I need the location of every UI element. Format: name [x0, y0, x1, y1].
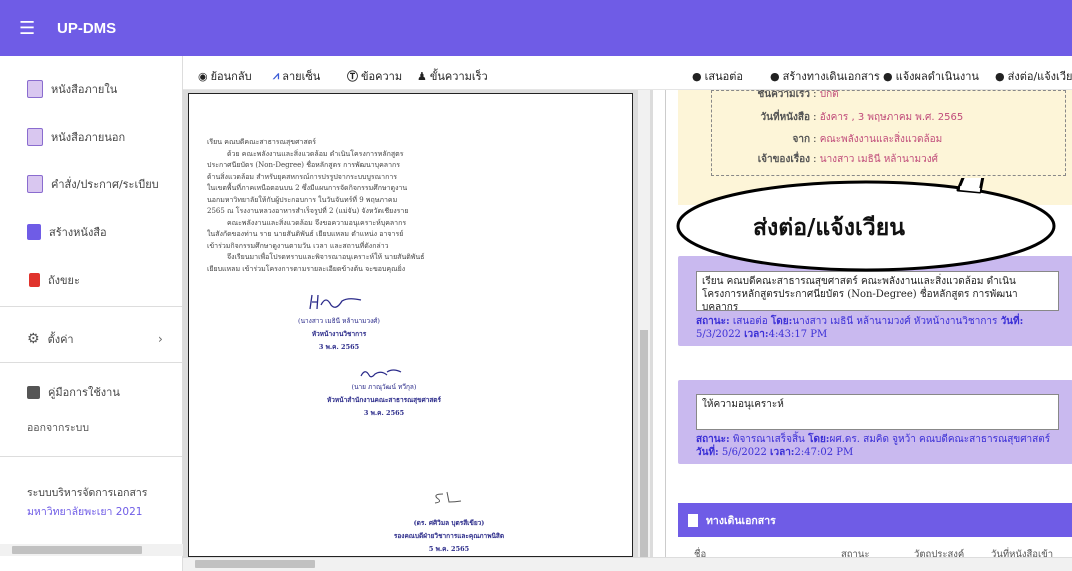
order-folder-icon	[27, 175, 43, 193]
signature-1-image	[309, 294, 362, 310]
document-vertical-scrollbar[interactable]	[638, 90, 650, 557]
sidebar-item-settings[interactable]: ⚙ ตั้งค่า	[27, 330, 74, 348]
divider	[0, 306, 183, 307]
letter-text: เรียน คณบดีคณะสาธารณสุขศาสตร์ ด้วย คณะพล…	[207, 138, 425, 273]
logout-link[interactable]: ออกจากระบบ	[27, 419, 89, 436]
user-icon: ●	[995, 69, 1005, 83]
scrollbar-thumb[interactable]	[195, 560, 315, 568]
outbox-folder-icon	[27, 128, 43, 146]
signature-icon: ⩘	[273, 69, 280, 82]
scrollbar-thumb[interactable]	[12, 546, 142, 554]
details-pane: ชั้นความเร็ว : ปกติ วันที่หนังสือ : อังค…	[665, 90, 1072, 557]
signature-button[interactable]: ⩘ ลายเซ็น	[273, 67, 320, 85]
chevron-right-icon[interactable]: ›	[158, 332, 163, 346]
manual-icon	[27, 385, 40, 399]
document-icon	[688, 513, 698, 527]
system-name: ระบบบริหารจัดการเอกสาร	[27, 487, 148, 499]
user-icon: ●	[883, 69, 893, 83]
report-button[interactable]: ● แจ้งผลดำเนินงาน	[883, 67, 979, 85]
user-icon: ●	[770, 69, 780, 83]
university-name: มหาวิทยาลัยพะเยา 2021	[27, 506, 143, 518]
gear-icon: ⚙	[27, 331, 40, 347]
sidebar-item-internal-letters[interactable]: หนังสือภายใน	[27, 80, 117, 98]
back-button[interactable]: ◉ ย้อนกลับ	[198, 67, 252, 85]
stamp-icon: ♟	[417, 69, 427, 83]
comment-card: ให้ความอนุเคราะห์ สถานะ: พิจารณาเสร็จสิ้…	[678, 380, 1072, 464]
info-row-urgency: ชั้นความเร็ว : ปกติ	[757, 90, 839, 100]
inbox-folder-icon	[27, 80, 43, 98]
info-row-date: วันที่หนังสือ : อังคาร , 3 พฤษภาคม พ.ศ. …	[760, 112, 964, 123]
sidebar-horizontal-scrollbar[interactable]	[0, 544, 183, 556]
column-header-date: วันที่หนังสือเข้า	[991, 549, 1054, 557]
comment-status: สถานะ: เสนอต่อ โดย:นางสาว เมธินี หล้านาม…	[696, 316, 1024, 340]
back-arrow-icon: ◉	[198, 69, 208, 83]
document-viewer[interactable]: เรียน คณบดีคณะสาธารณสุขศาสตร์ ด้วย คณะพล…	[183, 90, 653, 557]
sidebar-item-create-letter[interactable]: สร้างหนังสือ	[27, 223, 107, 241]
sidebar-item-trash[interactable]: ถังขยะ	[27, 271, 80, 289]
top-app-bar: ☰ UP-DMS	[0, 0, 1072, 56]
signature-2-image	[360, 369, 402, 378]
create-document-icon	[27, 224, 41, 240]
scrollbar-thumb[interactable]	[640, 330, 648, 557]
document-toolbar: ◉ ย้อนกลับ ⩘ ลายเซ็น Ⓣ ข้อความ ♟ ขั้นควา…	[183, 56, 1072, 90]
signature-2-block: (นาย ภาณุวัฒน์ ทวีกุล) หัวหน้าสำนักงานคณ…	[326, 383, 442, 417]
comment-status: สถานะ: พิจารณาเสร็จสิ้น โดย:ผศ.ดร. สมคิด…	[696, 434, 1051, 458]
sidebar: หนังสือภายใน หนังสือภายนอก คำสั่ง/ประกาศ…	[0, 56, 183, 571]
signature-3-image	[434, 491, 462, 504]
app-title: UP-DMS	[57, 19, 117, 37]
route-panel-header: ทางเดินเอกสาร	[678, 503, 1072, 537]
signature-3-block: (ดร. ศศิวิมล บุตรสีเขียว) รองคณบดีฝ่ายวิ…	[393, 519, 505, 553]
document-route-panel: ทางเดินเอกสาร ชื่อ สถานะ วัตถุประสงค์ วั…	[678, 503, 1072, 557]
column-header-name: ชื่อ	[694, 549, 707, 557]
text-icon: Ⓣ	[347, 70, 358, 83]
hamburger-icon[interactable]: ☰	[19, 18, 37, 39]
user-icon: ●	[692, 69, 702, 83]
propose-button[interactable]: ● เสนอต่อ	[692, 67, 743, 85]
column-header-purpose: วัตถุประสงค์	[914, 549, 965, 557]
signature-1-block: (นางสาว เมธินี หล้านามวงศ์) หัวหน้างานวิ…	[298, 317, 380, 351]
comment-text: ให้ความอนุเคราะห์	[696, 394, 1059, 430]
info-row-owner: เจ้าของเรื่อง : นางสาว เมธินี หล้านามวงศ…	[757, 154, 938, 165]
create-route-button[interactable]: ● สร้างทางเดินเอกสาร	[770, 67, 880, 85]
sidebar-item-orders[interactable]: คำสั่ง/ประกาศ/ระเบียบ	[27, 175, 159, 193]
forward-button[interactable]: ● ส่งต่อ/แจ้งเวียน	[995, 67, 1072, 85]
divider	[0, 362, 183, 363]
text-button[interactable]: Ⓣ ข้อความ	[347, 67, 402, 85]
column-header-status: สถานะ	[841, 549, 870, 557]
urgency-button[interactable]: ♟ ขั้นความเร็ว	[417, 67, 488, 85]
document-page: เรียน คณบดีคณะสาธารณสุขศาสตร์ ด้วย คณะพล…	[188, 93, 633, 557]
sidebar-item-manual[interactable]: คู่มือการใช้งาน	[27, 383, 120, 401]
trash-icon	[29, 273, 40, 287]
callout-text: ส่งต่อ/แจ้งเวียน	[753, 215, 905, 241]
info-row-from: จาก : คณะพลังงานและสิ่งแวดล้อม	[792, 134, 943, 145]
divider	[0, 456, 183, 457]
sidebar-item-external-letters[interactable]: หนังสือภายนอก	[27, 128, 125, 146]
horizontal-scrollbar[interactable]	[183, 557, 1072, 571]
comment-text: เรียน คณบดีคณะสาธารณสุขศาสตร์ คณะพลังงาน…	[696, 271, 1059, 311]
